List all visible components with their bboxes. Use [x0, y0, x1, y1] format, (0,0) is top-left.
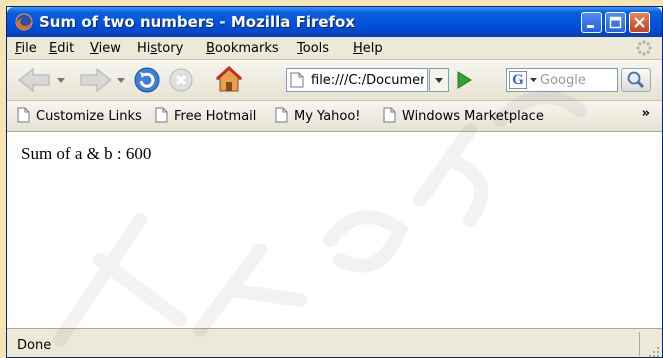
page-content: Sum of a & b : 600 — [7, 132, 662, 328]
page-icon — [275, 107, 288, 123]
page-icon — [383, 107, 396, 123]
home-icon[interactable] — [215, 65, 243, 93]
reload-icon[interactable] — [133, 66, 161, 94]
menu-edit[interactable]: Edit — [49, 41, 74, 56]
page-icon — [17, 107, 30, 123]
search-placeholder: Google — [540, 73, 586, 88]
status-bar: Done — [7, 328, 662, 358]
browser-window: Sum of two numbers - Mozilla Firefox Fil… — [6, 6, 663, 358]
google-engine-icon[interactable]: G — [509, 71, 527, 89]
forward-dropdown-icon[interactable] — [117, 78, 125, 84]
url-dropdown-button[interactable] — [429, 68, 449, 92]
url-text: file:///C:/Documents — [311, 73, 424, 88]
back-dropdown-icon[interactable] — [57, 78, 65, 84]
menu-history[interactable]: History — [137, 41, 183, 56]
firefox-icon — [15, 13, 33, 31]
stop-icon[interactable] — [167, 66, 195, 94]
window-title: Sum of two numbers - Mozilla Firefox — [39, 13, 356, 31]
chevron-down-icon — [435, 78, 443, 83]
bookmark-customize-links[interactable]: Customize Links — [17, 107, 142, 124]
maximize-button[interactable] — [605, 12, 626, 33]
search-field[interactable]: G Google — [506, 68, 618, 92]
minimize-icon — [587, 25, 594, 28]
search-icon — [627, 71, 645, 89]
resize-grip-icon[interactable] — [648, 346, 660, 358]
close-icon — [634, 17, 645, 28]
bookmark-my-yahoo[interactable]: My Yahoo! — [275, 107, 361, 124]
status-text: Done — [17, 338, 52, 353]
go-icon[interactable] — [454, 70, 474, 90]
menu-tools[interactable]: Tools — [297, 41, 329, 56]
page-icon — [155, 107, 168, 123]
close-button[interactable] — [629, 12, 650, 33]
sum-result-text: Sum of a & b : 600 — [21, 144, 152, 163]
menu-view[interactable]: View — [90, 41, 121, 56]
menu-bookmarks[interactable]: Bookmarks — [206, 41, 279, 56]
throbber-icon — [636, 40, 652, 56]
title-bar[interactable]: Sum of two numbers - Mozilla Firefox — [7, 7, 662, 37]
page-icon — [290, 72, 304, 88]
engine-dropdown-icon[interactable] — [530, 78, 537, 83]
status-divider — [639, 332, 640, 356]
url-field[interactable]: file:///C:/Documents — [286, 68, 428, 92]
bookmark-windows-marketplace[interactable]: Windows Marketplace — [383, 107, 544, 124]
bookmarks-toolbar: Customize Links Free Hotmail My Yahoo! W… — [7, 101, 662, 132]
forward-arrow-icon[interactable] — [77, 66, 113, 94]
maximize-icon — [609, 16, 622, 29]
search-button[interactable] — [621, 68, 651, 92]
bookmarks-overflow-button[interactable]: » — [642, 106, 650, 121]
menu-bar: File Edit View History Bookmarks Tools H… — [7, 37, 662, 60]
minimize-button[interactable] — [581, 12, 602, 33]
menu-help[interactable]: Help — [353, 41, 383, 56]
navigation-toolbar: file:///C:/Documents G Google — [7, 60, 662, 101]
menu-file[interactable]: File — [15, 41, 37, 56]
back-arrow-icon[interactable] — [17, 66, 53, 94]
bookmark-free-hotmail[interactable]: Free Hotmail — [155, 107, 256, 124]
